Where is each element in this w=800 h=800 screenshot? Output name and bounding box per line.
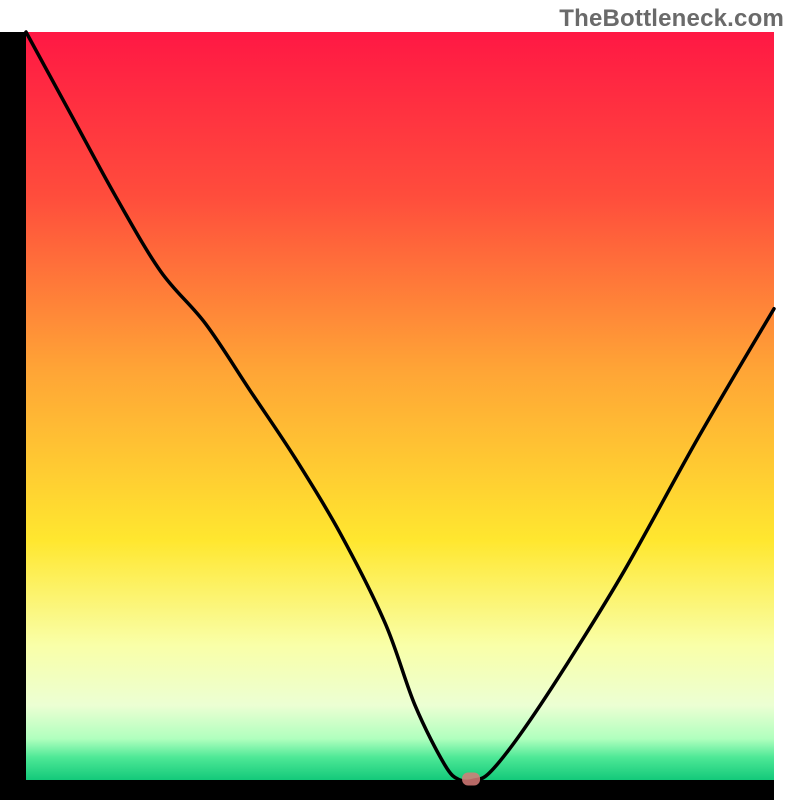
optimum-marker bbox=[462, 773, 480, 786]
watermark-text: TheBottleneck.com bbox=[559, 5, 784, 33]
chart-svg bbox=[0, 0, 800, 800]
bottleneck-chart: TheBottleneck.com bbox=[0, 0, 800, 800]
